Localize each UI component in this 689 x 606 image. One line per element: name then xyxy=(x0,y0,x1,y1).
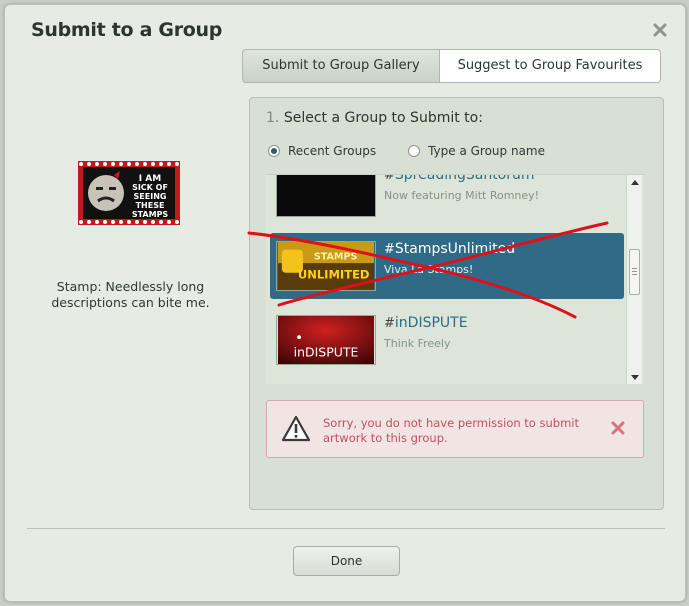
dialog-title: Submit to a Group xyxy=(31,19,223,41)
deviation-caption: Stamp: Needlessly long descriptions can … xyxy=(51,279,210,310)
group-item-spreadingsantorum[interactable]: #SpreadingSantorum Now featuring Mitt Ro… xyxy=(270,174,624,225)
tab-suggest-to-group-favourites[interactable]: Suggest to Group Favourites xyxy=(440,49,661,83)
deviation-stamp-thumbnail: I AM SICK OF SEEING THESE STAMPS xyxy=(78,161,180,225)
close-icon[interactable] xyxy=(653,23,667,37)
svg-text:THESE: THESE xyxy=(136,201,165,210)
svg-text:STAMPS: STAMPS xyxy=(132,210,169,219)
error-dismiss-icon[interactable] xyxy=(611,421,625,435)
step-number: 1. xyxy=(266,110,280,126)
group-name: #inDISPUTE xyxy=(384,315,468,331)
radio-recent-groups[interactable]: Recent Groups xyxy=(268,144,376,158)
error-message-text: Sorry, you do not have permission to sub… xyxy=(323,416,579,445)
scroll-thumb[interactable] xyxy=(629,249,640,295)
step-title: Select a Group to Submit to: xyxy=(283,110,483,126)
radio-button-unchecked[interactable] xyxy=(408,145,421,157)
warning-icon xyxy=(281,415,311,442)
svg-text:UNLIMITED: UNLIMITED xyxy=(298,267,370,281)
group-description: Think Freely xyxy=(384,337,451,350)
footer-divider xyxy=(27,528,665,529)
tab-submit-to-group-gallery[interactable]: Submit to Group Gallery xyxy=(242,49,440,83)
group-source-radios: Recent Groups Type a Group name xyxy=(268,144,545,158)
group-thumbnail: STAMPS UNLIMITED xyxy=(276,241,376,291)
scroll-down-arrow-icon[interactable] xyxy=(631,375,639,380)
svg-text:SICK OF: SICK OF xyxy=(132,183,168,192)
group-description: Viva La Stamps! xyxy=(384,263,474,276)
group-name: #SpreadingSantorum xyxy=(384,174,535,183)
svg-text:STAMPS: STAMPS xyxy=(314,251,358,262)
error-message-box: Sorry, you do not have permission to sub… xyxy=(266,400,644,458)
group-description: Now featuring Mitt Romney! xyxy=(384,189,540,202)
group-thumbnail xyxy=(276,175,376,217)
group-item-stampsunlimited[interactable]: STAMPS UNLIMITED #StampsUnlimited Viva L… xyxy=(270,233,624,299)
radio-type-group-name[interactable]: Type a Group name xyxy=(408,144,545,158)
tab-bar: Submit to Group Gallery Suggest to Group… xyxy=(242,49,662,83)
group-name: #StampsUnlimited xyxy=(384,241,516,257)
svg-text:SEEING: SEEING xyxy=(134,192,167,201)
group-list: #SpreadingSantorum Now featuring Mitt Ro… xyxy=(266,174,644,384)
scroll-up-arrow-icon[interactable] xyxy=(631,180,639,185)
group-thumbnail: inDISPUTE xyxy=(276,315,376,365)
group-list-scrollbar[interactable] xyxy=(626,175,642,384)
radio-button-checked[interactable] xyxy=(268,145,280,157)
radio-label: Type a Group name xyxy=(428,144,546,158)
step-heading: 1. Select a Group to Submit to: xyxy=(266,110,483,126)
group-item-indispute[interactable]: inDISPUTE #inDISPUTE Think Freely xyxy=(270,307,624,373)
radio-label: Recent Groups xyxy=(288,144,377,158)
submit-dialog: Submit to a Group Submit to Group Galler… xyxy=(4,4,686,602)
group-select-panel: 1. Select a Group to Submit to: Recent G… xyxy=(249,97,664,510)
done-button[interactable]: Done xyxy=(293,546,400,576)
svg-text:inDISPUTE: inDISPUTE xyxy=(294,344,359,359)
